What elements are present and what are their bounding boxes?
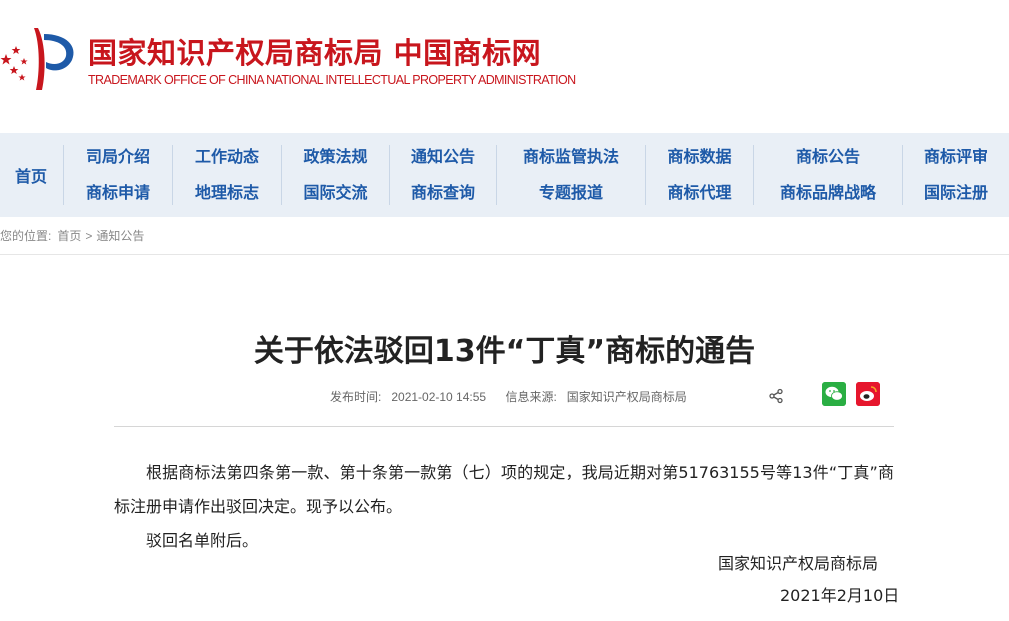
site-header: 国家知识产权局商标局 中国商标网 TRADEMARK OFFICE OF CHI… xyxy=(0,0,1009,133)
wechat-icon[interactable] xyxy=(822,382,846,406)
source-name: 国家知识产权局商标局 xyxy=(566,390,687,404)
nav-item-policy-regulations[interactable]: 政策法规 xyxy=(303,145,367,169)
weibo-icon[interactable] xyxy=(856,382,880,406)
article-paragraph: 根据商标法第四条第一款、第十条第一款第（七）项的规定，我局近期对第5176315… xyxy=(114,463,894,516)
nav-item-trademark-agency[interactable]: 商标代理 xyxy=(667,181,731,205)
article-meta: 发布时间: 2021-02-10 14:55 信息来源: 国家知识产权局商标局 xyxy=(330,388,697,405)
nav-item-trademark-application[interactable]: 商标申请 xyxy=(86,181,150,205)
nav-column-2: 工作动态 地理标志 xyxy=(173,145,281,205)
breadcrumb-current-link[interactable]: 通知公告 xyxy=(96,227,144,244)
signature-date: 2021年2月10日 xyxy=(780,586,900,605)
article-title: 关于依法驳回13件“丁真”商标的通告 xyxy=(253,334,756,369)
nav-item-international-registration[interactable]: 国际注册 xyxy=(924,181,988,205)
article-body: 根据商标法第四条第一款、第十条第一款第（七）项的规定，我局近期对第5176315… xyxy=(114,456,894,558)
nav-item-trademark-data[interactable]: 商标数据 xyxy=(667,145,731,169)
nav-item-trademark-review[interactable]: 商标评审 xyxy=(924,145,988,169)
nav-item-notices[interactable]: 通知公告 xyxy=(411,145,475,169)
nav-home[interactable]: 首页 xyxy=(0,133,62,217)
breadcrumb-separator: > xyxy=(85,228,93,243)
nav-column-8: 商标评审 国际注册 xyxy=(903,145,1009,205)
nav-column-5: 商标监管执法 专题报道 xyxy=(497,145,645,205)
main-nav: 首页 司局介绍 商标申请 工作动态 地理标志 政策法规 国际交流 通知公告 商标… xyxy=(0,133,1009,217)
publish-time-label: 发布时间: xyxy=(330,390,382,404)
nav-column-6: 商标数据 商标代理 xyxy=(646,145,753,205)
source-label: 信息来源: xyxy=(505,390,557,404)
site-title: 国家知识产权局商标局 中国商标网 xyxy=(88,36,542,70)
site-subtitle: TRADEMARK OFFICE OF CHINA NATIONAL INTEL… xyxy=(88,73,576,87)
share-icon[interactable] xyxy=(768,388,784,404)
article-divider xyxy=(114,426,894,427)
nav-column-1: 司局介绍 商标申请 xyxy=(64,145,172,205)
nav-item-brand-strategy[interactable]: 商标品牌战略 xyxy=(780,181,876,205)
breadcrumb-home-link[interactable]: 首页 xyxy=(57,227,81,244)
nav-item-work-news[interactable]: 工作动态 xyxy=(195,145,259,169)
trademark-office-logo-icon[interactable] xyxy=(0,24,80,94)
nav-item-trademark-enforcement[interactable]: 商标监管执法 xyxy=(523,145,619,169)
publish-time: 2021-02-10 14:55 xyxy=(391,390,487,404)
nav-item-trademark-search[interactable]: 商标查询 xyxy=(411,181,475,205)
nav-column-3: 政策法规 国际交流 xyxy=(282,145,389,205)
breadcrumb: 您的位置: 首页 > 通知公告 xyxy=(0,217,1009,255)
nav-column-7: 商标公告 商标品牌战略 xyxy=(754,145,902,205)
signature-organization: 国家知识产权局商标局 xyxy=(718,554,879,573)
nav-item-geographical-indication[interactable]: 地理标志 xyxy=(195,181,259,205)
breadcrumb-prefix: 您的位置: xyxy=(0,229,52,243)
nav-item-special-reports[interactable]: 专题报道 xyxy=(539,181,603,205)
nav-item-international-exchange[interactable]: 国际交流 xyxy=(303,181,367,205)
nav-item-trademark-announcements[interactable]: 商标公告 xyxy=(796,145,860,169)
nav-column-4: 通知公告 商标查询 xyxy=(390,145,496,205)
nav-item-bureau-intro[interactable]: 司局介绍 xyxy=(86,145,150,169)
